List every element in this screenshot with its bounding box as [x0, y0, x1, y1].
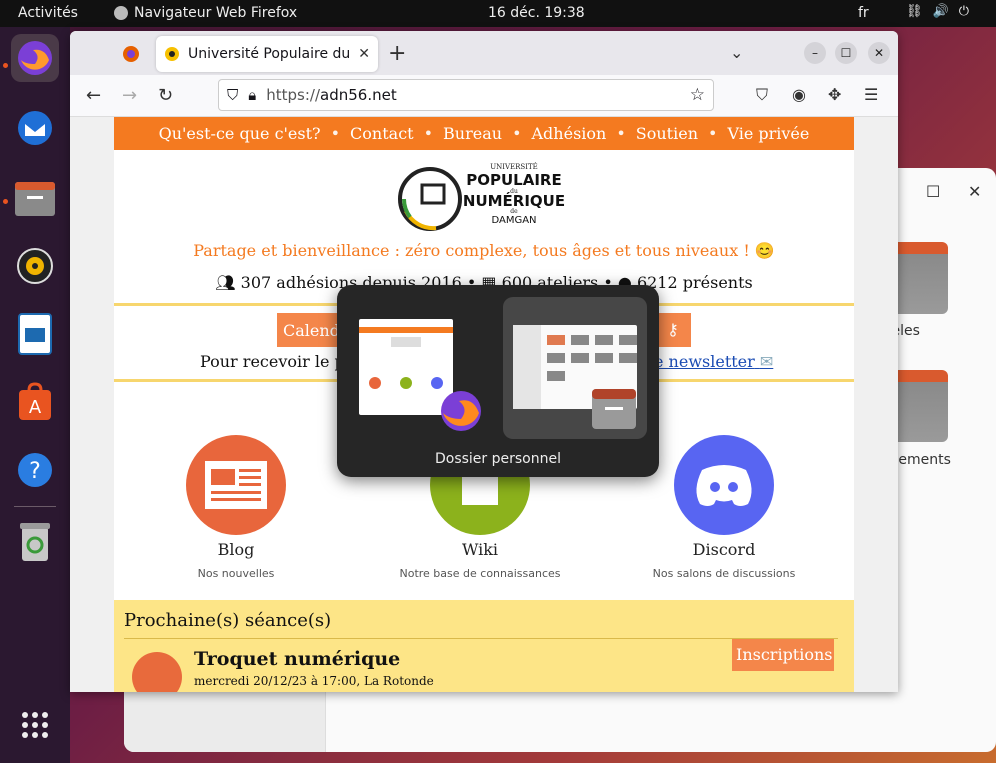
files-icon[interactable] — [11, 174, 59, 222]
top-bar: Activités Navigateur Web Firefox 16 déc.… — [0, 0, 996, 27]
switcher-item-firefox[interactable] — [351, 297, 495, 439]
libreoffice-impress-icon[interactable] — [11, 310, 59, 358]
card-desc: Notre base de connaissances — [399, 567, 561, 580]
app-switcher: Dossier personnel — [337, 285, 659, 477]
list-tabs-button[interactable]: ⌄ — [730, 43, 743, 62]
card-title: Discord — [692, 540, 756, 559]
card-title: Blog — [217, 540, 255, 559]
forward-button[interactable]: → — [122, 85, 137, 106]
clock[interactable]: 16 déc. 19:38 — [488, 5, 598, 21]
url-host: adn56.net — [320, 86, 397, 104]
close-window-button[interactable]: ✕ — [868, 42, 890, 64]
divider — [124, 638, 838, 639]
envelope-icon: ✉ — [759, 352, 774, 371]
app-center-icon[interactable]: A — [11, 378, 59, 426]
language-indicator[interactable]: fr — [858, 5, 869, 21]
trash-icon[interactable] — [11, 518, 59, 566]
menu-item[interactable]: Adhésion — [532, 124, 607, 143]
menu-item[interactable]: Contact — [350, 124, 414, 143]
volume-icon: 🔊 — [932, 4, 949, 19]
site-favicon — [165, 47, 179, 61]
card-desc: Nos salons de discussions — [652, 567, 796, 580]
tagline: Partage et bienveillance : zéro complexe… — [193, 241, 775, 260]
svg-text:?: ? — [29, 459, 41, 484]
app-menu[interactable]: Navigateur Web Firefox — [114, 5, 297, 21]
firefox-icon — [114, 6, 128, 20]
reload-button[interactable]: ↻ — [158, 85, 173, 106]
tab-bar: Université Populaire du N ✕ + ⌄ – ☐ ✕ — [70, 31, 898, 75]
app-grid-icon[interactable] — [11, 701, 59, 749]
menu-item[interactable]: Bureau — [443, 124, 502, 143]
switcher-label: Dossier personnel — [434, 451, 561, 467]
site-menu: Qu'est-ce que c'est? • Contact • Bureau • A… — [114, 117, 854, 150]
newsletter-link[interactable]: e newsletter ✉ — [654, 352, 773, 371]
nav-bar: ← → ↻ ⛉ 🔒︎ https://adn56.net ☆ ⛉ ◉ ✥ ☰ — [70, 75, 898, 117]
menu-icon[interactable]: ☰ — [864, 85, 878, 104]
logo-text: de — [510, 208, 518, 215]
switcher-item-files[interactable] — [503, 297, 647, 439]
event-icon — [132, 652, 182, 692]
key-icon[interactable]: ⚷ — [655, 313, 691, 347]
event-date: mercredi 20/12/23 à 17:00, La Rotonde — [194, 674, 434, 688]
bookmark-star-icon[interactable]: ☆ — [690, 85, 705, 105]
menu-item[interactable]: Soutien — [636, 124, 698, 143]
shield-icon[interactable]: ⛉ — [227, 86, 238, 104]
newspaper-icon — [186, 435, 286, 535]
discord-icon — [674, 435, 774, 535]
pocket-icon[interactable]: ⛉ — [756, 85, 768, 105]
logo-text: DAMGAN — [491, 215, 536, 226]
maximize-button[interactable]: ☐ — [835, 42, 857, 64]
menu-item[interactable]: Qu'est-ce que c'est? — [159, 124, 321, 143]
sessions-heading: Prochaine(s) séance(s) — [124, 610, 332, 631]
logo-text: POPULAIRE — [466, 171, 561, 189]
thunderbird-icon[interactable] — [11, 104, 59, 152]
card-blog[interactable]: Blog Nos nouvelles — [136, 435, 336, 580]
minimize-button[interactable]: – — [804, 42, 826, 64]
app-name: Navigateur Web Firefox — [134, 5, 298, 21]
activities-button[interactable]: Activités — [18, 5, 78, 21]
rhythmbox-icon[interactable] — [11, 242, 59, 290]
maximize-button[interactable]: ☐ — [926, 182, 940, 201]
files-icon — [591, 387, 637, 435]
network-icon: ⛓ — [906, 4, 923, 19]
close-button[interactable]: ✕ — [968, 182, 981, 201]
system-menu[interactable]: ⛓ 🔊 ⏻ — [906, 4, 969, 19]
lock-icon[interactable]: 🔒︎ — [248, 86, 256, 104]
tab-active[interactable]: Université Populaire du N ✕ — [156, 36, 378, 72]
users-icon: 👥︎ — [215, 273, 236, 292]
new-tab-button[interactable]: + — [388, 41, 406, 66]
event-title[interactable]: Troquet numérique — [194, 648, 400, 670]
newsletter-text: Pour recevoir le pr — [200, 352, 353, 371]
back-button[interactable]: ← — [86, 85, 101, 106]
menu-item[interactable]: Vie privée — [727, 124, 809, 143]
extensions-icon[interactable]: ✥ — [828, 85, 841, 104]
logo-text: UNIVERSITÉ — [490, 162, 538, 171]
register-button[interactable]: Inscriptions — [732, 639, 834, 671]
firefox-icon[interactable] — [11, 34, 59, 82]
tab-title: Université Populaire du N — [188, 46, 351, 62]
card-title: Wiki — [461, 540, 499, 559]
help-icon[interactable]: ? — [11, 446, 59, 494]
account-icon[interactable]: ◉ — [792, 85, 806, 104]
power-icon: ⏻ — [958, 4, 969, 19]
card-desc: Nos nouvelles — [197, 567, 275, 580]
svg-text:A: A — [29, 397, 42, 418]
sessions-section: Prochaine(s) séance(s) Inscriptions Troq… — [114, 600, 854, 692]
url-protocol: https:// — [266, 86, 321, 104]
firefox-view-icon[interactable] — [120, 43, 142, 65]
close-tab-icon[interactable]: ✕ — [358, 46, 370, 62]
url-bar[interactable]: ⛉ 🔒︎ https://adn56.net ☆ — [218, 79, 714, 111]
site-logo[interactable]: UNIVERSITÉ POPULAIRE du NUMÉRIQUE de DAM… — [396, 155, 576, 235]
dock: A ? — [0, 27, 70, 763]
firefox-icon — [439, 389, 483, 437]
